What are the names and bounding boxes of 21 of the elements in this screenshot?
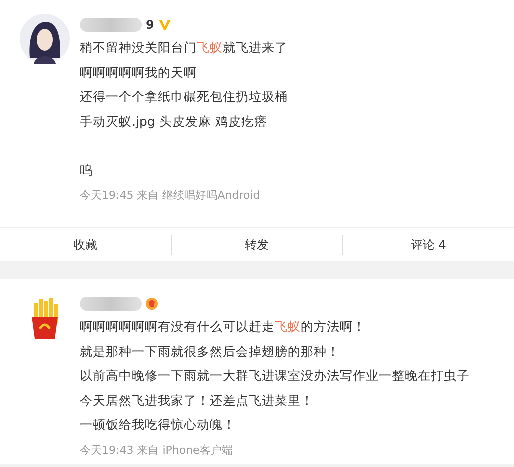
post-text: 啊啊啊啊啊我的天啊: [80, 64, 198, 82]
post-text: 啊啊啊啊啊啊有没有什么可以赶走飞蚁的方法啊！: [80, 318, 367, 336]
post-text: 以前高中晚修一下雨就一大群飞进课室没办法写作业一整晚在打虫子: [80, 367, 470, 385]
post-meta: 今天19:43 来自 iPhone客户端: [80, 442, 234, 458]
post-text: 一顿饭给我吃得惊心动魄！: [80, 416, 237, 434]
post-text: 呜: [80, 162, 94, 180]
username-suffix: 9: [146, 17, 154, 34]
post-text: 稍不留神没关阳台门飞蚁就飞进来了: [80, 39, 288, 57]
verified-icon: [158, 19, 172, 31]
action-button[interactable]: 转发: [170, 234, 342, 254]
blurred-username: [80, 18, 142, 32]
post-meta: 今天19:45 来自 继续唱好吗Android: [80, 188, 262, 204]
blurred-username: [80, 297, 142, 311]
level-badge-icon: [146, 298, 158, 310]
action-button[interactable]: 收藏: [0, 234, 171, 254]
avatar[interactable]: [20, 14, 70, 64]
post-text: 手动灭蚁.jpg 头皮发麻 鸡皮疙瘩: [80, 112, 268, 131]
post-text: 还得一个个拿纸巾碾死包住扔垃圾桶: [80, 88, 288, 106]
post-text: 今天居然飞进我家了！还差点飞进菜里！: [80, 392, 315, 410]
action-button[interactable]: 评论 4: [342, 234, 514, 254]
post-text: 就是那种一下雨就很多然后会掉翅膀的那种！: [80, 342, 341, 360]
